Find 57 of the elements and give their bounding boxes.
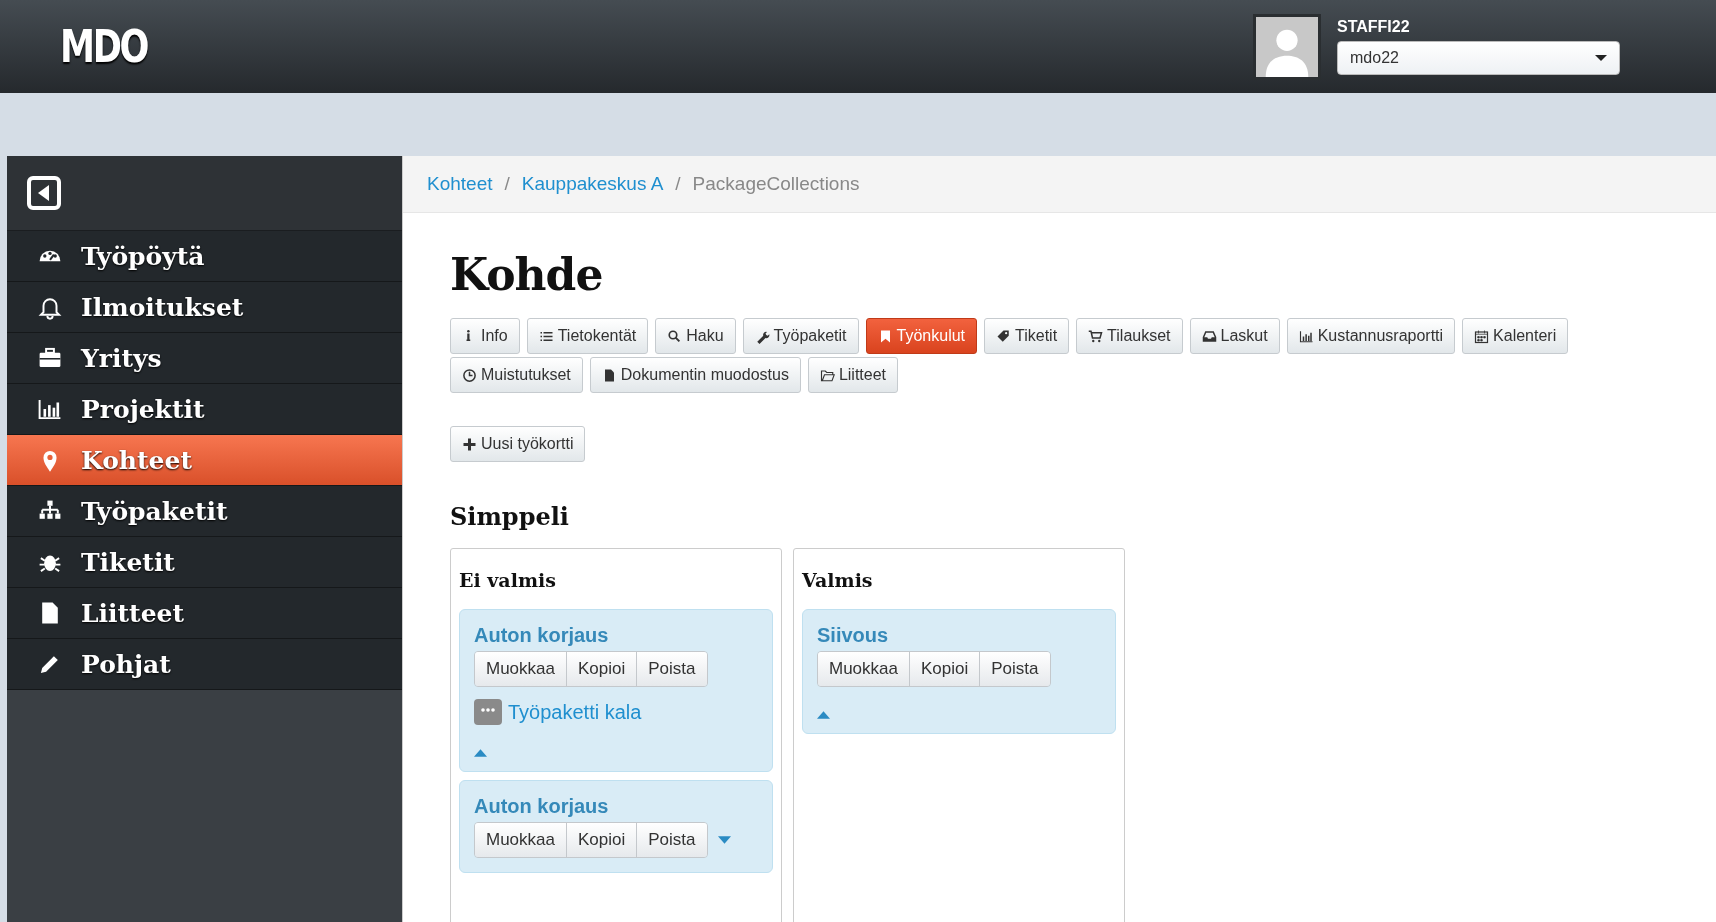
ellipsis-icon [474, 699, 502, 725]
account-select[interactable]: mdo22 [1337, 41, 1620, 75]
page-title: Kohde [450, 249, 604, 300]
expand-caret-icon[interactable] [717, 836, 731, 844]
card-action-button[interactable]: Muokkaa [818, 652, 910, 686]
column-title: Ei valmis [459, 569, 557, 591]
search-icon [667, 328, 683, 344]
tab[interactable]: Tiketit [984, 318, 1070, 354]
tab[interactable]: Kalenteri [1462, 318, 1569, 354]
tab[interactable]: Työpaketit [742, 318, 859, 354]
tab[interactable]: Kustannusraportti [1286, 318, 1456, 354]
collapse-sidebar-icon[interactable] [27, 176, 61, 210]
tab[interactable]: Info [450, 318, 520, 354]
tab[interactable]: Tietokentät [526, 318, 649, 354]
bar-chart-icon [1298, 328, 1314, 344]
sidebar-item[interactable]: Työpöytä [7, 231, 402, 282]
folder-icon [819, 367, 835, 383]
card-action-button[interactable]: Poista [637, 652, 707, 686]
sidebar-item[interactable]: Pohjat [7, 639, 402, 690]
tab[interactable]: Työnkulut [865, 318, 978, 354]
logo: MDO [60, 21, 147, 72]
username: STAFFI22 [1337, 18, 1411, 36]
plus-icon [462, 436, 477, 452]
calendar-icon [1474, 328, 1490, 344]
tab[interactable]: Haku [655, 318, 736, 354]
card-action-button[interactable]: Poista [980, 652, 1050, 686]
clock-icon [462, 367, 477, 383]
card-action-button[interactable]: Muokkaa [475, 652, 567, 686]
breadcrumb-separator: / [675, 173, 681, 195]
collapse-caret-icon[interactable] [817, 711, 830, 719]
breadcrumb-current: PackageCollections [692, 173, 860, 195]
caret-icon [1595, 55, 1607, 61]
tab[interactable]: Tilaukset [1076, 318, 1183, 354]
tab[interactable]: Liitteet [807, 357, 899, 393]
card-action-button[interactable]: Poista [637, 823, 707, 857]
tab[interactable]: Laskut [1189, 318, 1280, 354]
card-action-button[interactable]: Kopioi [910, 652, 981, 686]
avatar-placeholder [1253, 13, 1321, 80]
card-action-button[interactable]: Kopioi [567, 652, 638, 686]
sidebar-item[interactable]: Tiketit [7, 537, 402, 588]
sidebar-item[interactable]: Projektit [7, 384, 402, 435]
sidebar-item[interactable]: Työpaketit [7, 486, 402, 537]
collapse-caret-icon[interactable] [474, 749, 487, 757]
breadcrumb-separator: / [504, 173, 510, 195]
new-work-card-button[interactable]: Uusi työkortti [450, 426, 586, 462]
card-action-button[interactable]: Kopioi [567, 823, 638, 857]
sidebar-item[interactable]: Liitteet [7, 588, 402, 639]
tag-icon [996, 328, 1012, 344]
column-title: Valmis [802, 569, 874, 591]
tab[interactable]: Muistutukset [450, 357, 583, 393]
card-action-button[interactable]: Muokkaa [475, 823, 567, 857]
cart-icon [1088, 328, 1104, 344]
inbox-icon [1201, 328, 1217, 344]
section-title: Simppeli [450, 502, 570, 531]
tab[interactable]: Dokumentin muodostus [589, 357, 801, 393]
sidebar-item[interactable]: Yritys [7, 333, 402, 384]
sidebar-item[interactable]: Ilmoitukset [7, 282, 402, 333]
